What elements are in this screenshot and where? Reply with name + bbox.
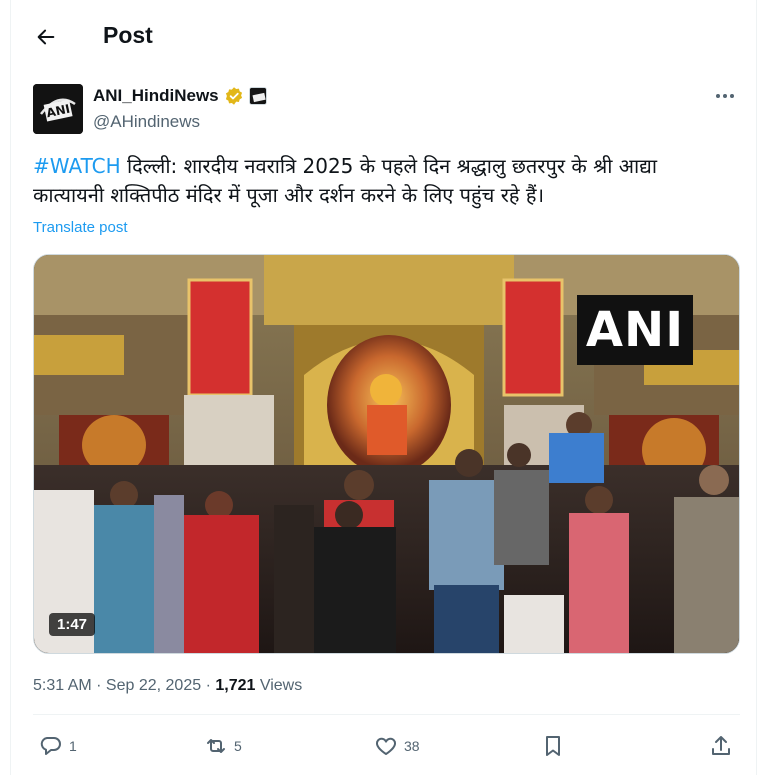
- divider: [33, 714, 740, 715]
- affiliate-logo-icon: [248, 87, 267, 105]
- ani-logo-icon: ANI: [33, 84, 83, 134]
- video-player[interactable]: ANI 1:47: [33, 254, 740, 654]
- heart-icon: [376, 737, 396, 755]
- verified-badge-icon: [225, 87, 242, 105]
- ani-watermark: ANI: [577, 295, 693, 365]
- post-header: Post: [11, 0, 756, 73]
- author-handle[interactable]: @AHindinews: [93, 112, 200, 132]
- more-dot-icon: [716, 94, 720, 98]
- repost-icon: [207, 739, 225, 753]
- avatar[interactable]: ANI: [33, 84, 83, 134]
- author-name-row: ANI_HindiNews: [93, 86, 267, 106]
- reply-button[interactable]: 1: [39, 734, 77, 758]
- post-page: Post ANI ANI_HindiNews @AHindinews #WATC…: [10, 0, 757, 775]
- post-body: दिल्ली: शारदीय नवरात्रि 2025 के पहले दिन…: [33, 154, 658, 207]
- share-icon: [712, 736, 730, 755]
- views-label: Views: [255, 677, 303, 694]
- bookmark-button[interactable]: [541, 734, 565, 758]
- post-date[interactable]: Sep 22, 2025: [106, 677, 201, 694]
- more-options-button[interactable]: [712, 86, 738, 106]
- reply-icon: [40, 737, 61, 755]
- reply-count: 1: [69, 738, 77, 754]
- repost-button[interactable]: 5: [204, 734, 242, 758]
- hashtag-link[interactable]: #WATCH: [33, 154, 121, 178]
- more-dot-icon: [730, 94, 734, 98]
- share-button[interactable]: [709, 734, 733, 758]
- more-dot-icon: [723, 94, 727, 98]
- meta-separator: ·: [91, 677, 106, 694]
- meta-separator: ·: [201, 677, 216, 694]
- repost-count: 5: [234, 738, 242, 754]
- author-name[interactable]: ANI_HindiNews: [93, 86, 219, 106]
- post-time[interactable]: 5:31 AM: [33, 677, 92, 694]
- arrow-left-icon: [37, 29, 55, 45]
- like-count: 38: [404, 738, 420, 754]
- like-button[interactable]: 38: [374, 734, 420, 758]
- bookmark-icon: [546, 736, 560, 756]
- post-meta: 5:31 AM · Sep 22, 2025 · 1,721 Views: [33, 677, 302, 695]
- video-duration-badge: 1:47: [49, 613, 96, 636]
- views-count: 1,721: [215, 677, 256, 694]
- action-bar: 1 5 38: [11, 726, 756, 772]
- back-button[interactable]: [29, 20, 63, 54]
- post-text: #WATCH दिल्ली: शारदीय नवरात्रि 2025 के प…: [33, 152, 723, 210]
- page-title: Post: [103, 22, 153, 48]
- translate-post-link[interactable]: Translate post: [33, 219, 128, 236]
